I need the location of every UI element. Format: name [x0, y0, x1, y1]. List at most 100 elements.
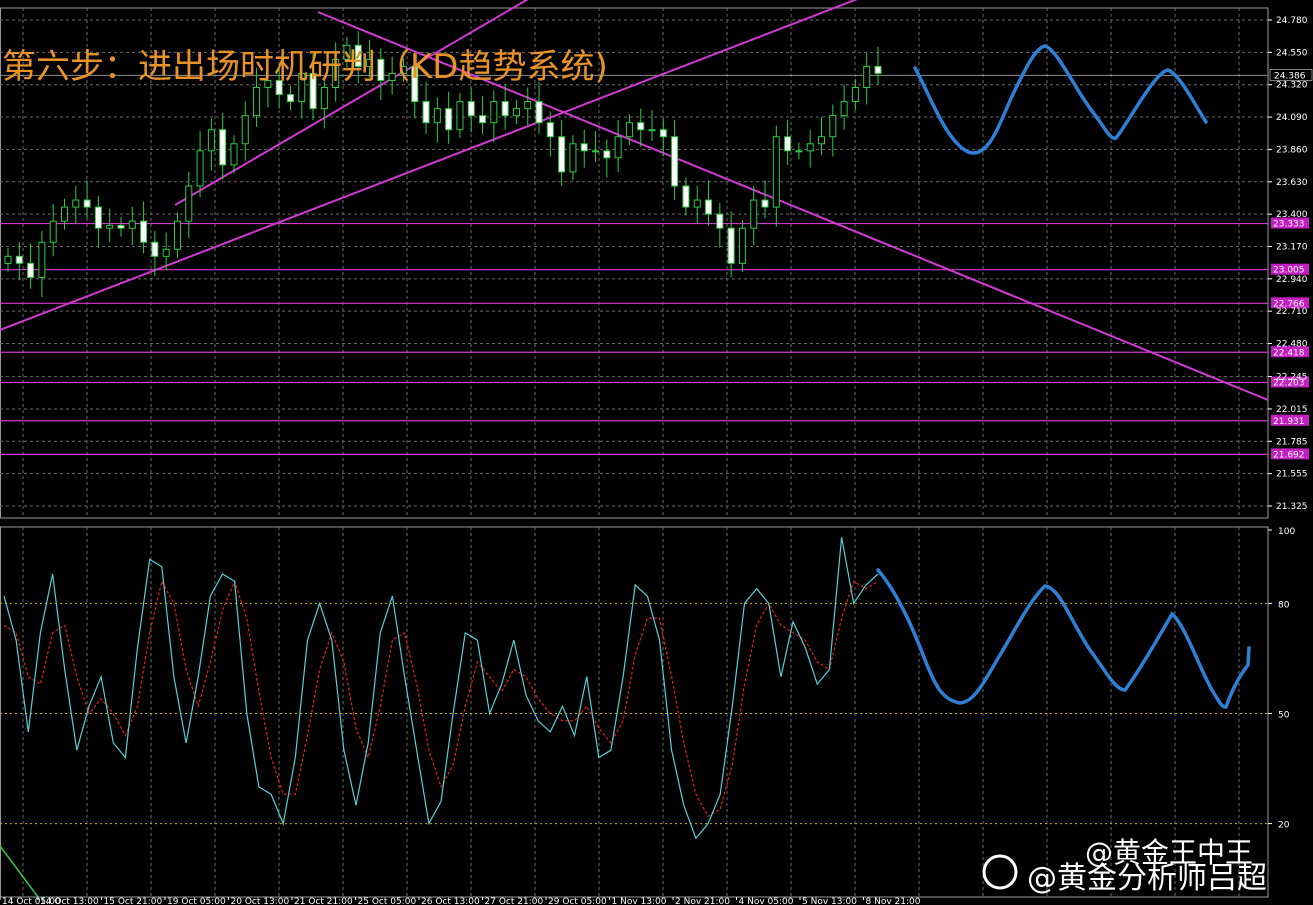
candle — [38, 230, 46, 298]
candle-body — [253, 87, 261, 117]
candle — [840, 84, 848, 130]
candle — [705, 180, 713, 226]
weibo-icon — [982, 854, 1018, 890]
candle-body — [117, 224, 125, 229]
candle-body — [784, 136, 792, 152]
y-tick-label: 22.710 — [1276, 307, 1308, 317]
candle-body — [524, 101, 532, 110]
candle — [874, 46, 882, 85]
candle — [173, 212, 181, 258]
candle-body — [558, 136, 566, 173]
candle — [829, 104, 837, 157]
y-tick-label: 23.860 — [1276, 145, 1308, 155]
candle — [445, 91, 453, 144]
x-tick-label: 1 Nov 13:00 — [612, 897, 667, 905]
candle — [83, 180, 91, 219]
candle — [558, 119, 566, 186]
candle — [535, 81, 543, 134]
x-tick-label: 27 Oct 21:00 — [485, 897, 544, 905]
watermark: @黄金王中王 @黄金分析师吕超 — [982, 836, 1267, 896]
y-tick-label: 22.940 — [1276, 275, 1308, 285]
trendline — [174, 0, 529, 206]
candle-body — [27, 262, 35, 278]
candle-body — [693, 199, 701, 208]
candle — [727, 211, 735, 278]
y-tick-label: 21.785 — [1276, 437, 1308, 447]
candle-body — [761, 199, 769, 208]
d-line — [3, 579, 879, 818]
candle-body — [94, 206, 102, 229]
candle-body — [173, 220, 181, 250]
candle-body — [140, 220, 148, 243]
candle — [863, 52, 871, 105]
chart-title: 第六步：进出场时机研判（KD趋势系统) — [2, 47, 608, 87]
y-tick-label: 22.015 — [1276, 405, 1308, 415]
candle-body — [445, 108, 453, 131]
candle-body — [648, 129, 656, 132]
y-tick-label: 21.325 — [1276, 502, 1308, 512]
y-tick-label: 23.630 — [1276, 178, 1308, 188]
candle — [648, 110, 656, 141]
candle — [671, 119, 679, 201]
candle-body — [750, 199, 758, 229]
candle — [603, 139, 611, 178]
candle-body — [38, 241, 46, 278]
candle — [772, 125, 780, 227]
candle-body — [4, 255, 12, 264]
candle — [230, 135, 238, 174]
candle — [693, 185, 701, 224]
oscillator-frame — [0, 526, 1269, 898]
candle — [106, 208, 114, 243]
candle-body — [840, 101, 848, 117]
forecast-wave-kd — [876, 568, 1251, 709]
candle-body — [705, 199, 713, 215]
candle — [750, 185, 758, 246]
candle-body — [580, 143, 588, 152]
osc-tick-label: 20 — [1278, 821, 1290, 831]
candle-body — [207, 129, 215, 152]
candle-body — [818, 136, 826, 145]
kd-lines — [0, 537, 879, 898]
level-label: 22.418 — [1273, 348, 1305, 358]
x-tick-label: 20 Oct 13:00 — [231, 897, 290, 905]
candle-body — [614, 136, 622, 159]
osc-tick-label: 50 — [1278, 711, 1290, 721]
oscillator-axis: 100 80 50 20 — [1268, 527, 1295, 831]
x-tick-label: 21 Oct 21:00 — [294, 897, 353, 905]
candle — [15, 242, 23, 281]
x-tick-label: 2 Nov 21:00 — [675, 897, 730, 905]
candle — [614, 119, 622, 172]
candle-body — [320, 87, 328, 110]
candle — [569, 135, 577, 181]
candle — [851, 79, 859, 111]
candle — [422, 81, 430, 134]
candle-body — [659, 129, 667, 138]
current-price-label: 24.386 — [1274, 71, 1306, 81]
candle-body — [637, 122, 645, 131]
y-tick-label: 22.245 — [1276, 373, 1308, 383]
candle-body — [72, 199, 80, 208]
candle-body — [727, 227, 735, 264]
candle-body — [286, 94, 294, 103]
forecast-wave-price — [913, 44, 1208, 155]
candle — [784, 119, 792, 165]
candle — [501, 84, 509, 130]
candle-body — [716, 213, 724, 229]
candle-body — [490, 101, 498, 124]
candle — [196, 131, 204, 198]
candle — [433, 97, 441, 143]
candle — [467, 87, 475, 133]
candle — [738, 219, 746, 272]
osc-tick-label: 100 — [1278, 527, 1295, 537]
candle-body — [15, 255, 23, 264]
k-line — [3, 537, 879, 840]
x-tick-label: 14 Oct 13:00 — [40, 897, 99, 905]
candle — [241, 101, 249, 161]
candle-body — [456, 101, 464, 131]
candle — [580, 129, 588, 168]
y-tick-label: 22.480 — [1276, 340, 1308, 350]
y-tick-label: 23.170 — [1276, 242, 1308, 252]
candle-body — [512, 108, 520, 117]
candle-body — [806, 143, 814, 152]
candle — [286, 86, 294, 111]
